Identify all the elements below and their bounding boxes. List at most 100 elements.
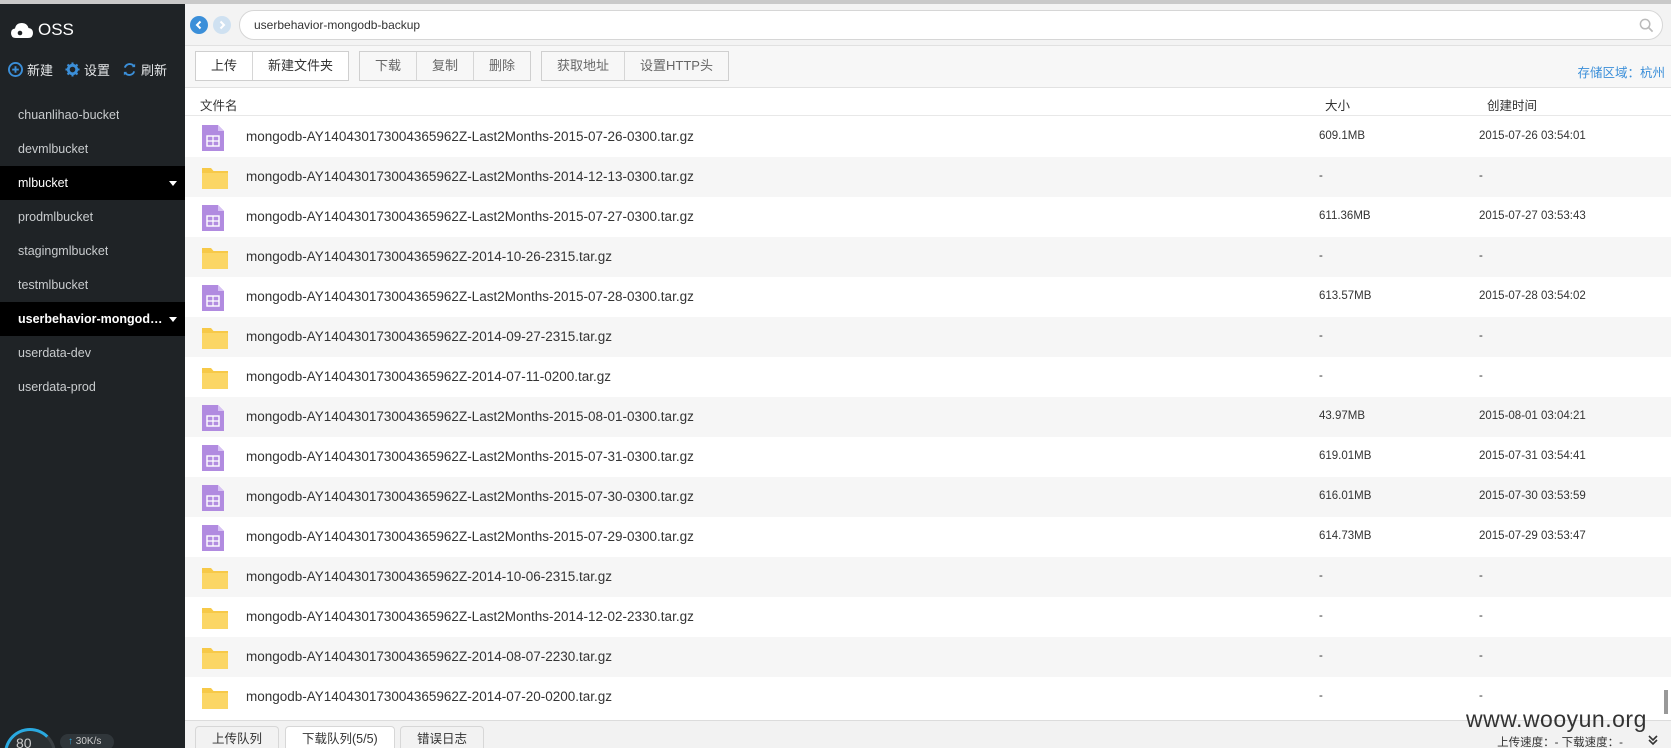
table-row[interactable]: mongodb-AY140430173004365962Z-2014-09-27… bbox=[185, 317, 1671, 357]
folder-icon bbox=[202, 368, 228, 389]
new-folder-button[interactable]: 新建文件夹 bbox=[253, 52, 348, 80]
table-row[interactable]: mongodb-AY140430173004365962Z-Last2Month… bbox=[185, 597, 1671, 637]
file-list: mongodb-AY140430173004365962Z-Last2Month… bbox=[185, 117, 1671, 717]
settings-button[interactable]: 设置 bbox=[65, 60, 110, 79]
file-created: 2015-07-29 03:53:47 bbox=[1479, 530, 1586, 542]
sidebar-item-devmlbucket[interactable]: devmlbucket bbox=[0, 132, 185, 166]
archive-file-icon bbox=[202, 525, 224, 551]
row-icon bbox=[201, 484, 225, 515]
get-url-button[interactable]: 获取地址 bbox=[542, 52, 626, 80]
table-row[interactable]: mongodb-AY140430173004365962Z-Last2Month… bbox=[185, 517, 1671, 557]
folder-icon bbox=[202, 648, 228, 669]
table-row[interactable]: mongodb-AY140430173004365962Z-2014-07-11… bbox=[185, 357, 1671, 397]
new-button[interactable]: 新建 bbox=[8, 60, 53, 79]
table-row[interactable]: mongodb-AY140430173004365962Z-2014-07-20… bbox=[185, 677, 1671, 717]
table-row[interactable]: mongodb-AY140430173004365962Z-Last2Month… bbox=[185, 437, 1671, 477]
storage-region-link[interactable]: 存储区域：杭州 bbox=[1577, 62, 1665, 81]
scrollbar-thumb[interactable] bbox=[1664, 690, 1668, 714]
file-size: - bbox=[1319, 570, 1323, 582]
column-header-size[interactable]: 大小 bbox=[1325, 95, 1350, 114]
sidebar-item-prodmlbucket[interactable]: prodmlbucket bbox=[0, 200, 185, 234]
refresh-button[interactable]: 刷新 bbox=[122, 60, 167, 79]
back-button[interactable] bbox=[190, 16, 208, 34]
bucket-label: devmlbucket bbox=[18, 142, 89, 156]
file-size: 614.73MB bbox=[1319, 530, 1372, 542]
tab-upload-queue[interactable]: 上传队列 bbox=[195, 726, 280, 748]
sidebar-item-userdata-dev[interactable]: userdata-dev bbox=[0, 336, 185, 370]
address-input[interactable]: userbehavior-mongodb-backup bbox=[239, 10, 1663, 40]
sidebar-item-stagingmlbucket[interactable]: stagingmlbucket bbox=[0, 234, 185, 268]
new-button-label: 新建 bbox=[27, 63, 54, 78]
table-row[interactable]: mongodb-AY140430173004365962Z-2014-10-26… bbox=[185, 237, 1671, 277]
table-row[interactable]: mongodb-AY140430173004365962Z-Last2Month… bbox=[185, 277, 1671, 317]
table-row[interactable]: mongodb-AY140430173004365962Z-Last2Month… bbox=[185, 477, 1671, 517]
refresh-icon bbox=[123, 63, 136, 76]
upload-button[interactable]: 上传 bbox=[196, 52, 254, 80]
table-row[interactable]: mongodb-AY140430173004365962Z-Last2Month… bbox=[185, 197, 1671, 237]
file-size: 43.97MB bbox=[1319, 410, 1366, 422]
file-created: - bbox=[1479, 610, 1483, 622]
app-name: OSS bbox=[38, 20, 74, 39]
column-header-name[interactable]: 文件名 bbox=[200, 95, 238, 114]
file-created: 2015-07-31 03:54:41 bbox=[1479, 450, 1586, 462]
sidebar-item-testmlbucket[interactable]: testmlbucket bbox=[0, 268, 185, 302]
gear-icon bbox=[65, 62, 80, 77]
address-path: userbehavior-mongodb-backup bbox=[254, 18, 421, 32]
folder-icon bbox=[202, 688, 228, 709]
download-button[interactable]: 下载 bbox=[360, 52, 418, 80]
transfer-speeds: 上传速度：- 下载速度：- bbox=[1497, 737, 1623, 748]
speed-badge: ↑ 30K/s bbox=[60, 734, 114, 748]
table-row[interactable]: mongodb-AY140430173004365962Z-Last2Month… bbox=[185, 397, 1671, 437]
forward-button[interactable] bbox=[213, 16, 231, 34]
column-header-created[interactable]: 创建时间 bbox=[1487, 95, 1537, 114]
row-icon bbox=[201, 564, 229, 593]
double-chevron-down-icon[interactable] bbox=[1647, 734, 1659, 746]
table-row[interactable]: mongodb-AY140430173004365962Z-Last2Month… bbox=[185, 117, 1671, 157]
copy-button[interactable]: 复制 bbox=[417, 52, 475, 80]
file-size: - bbox=[1319, 170, 1323, 182]
sidebar-item-userdata-prod[interactable]: userdata-prod bbox=[0, 370, 185, 404]
cloud-icon bbox=[11, 23, 33, 38]
file-created: 2015-07-27 03:53:43 bbox=[1479, 210, 1586, 222]
set-http-header-button[interactable]: 设置HTTP头 bbox=[625, 52, 728, 80]
tab-error-log[interactable]: 错误日志 bbox=[400, 726, 485, 748]
file-created: 2015-07-30 03:53:59 bbox=[1479, 490, 1586, 502]
file-size: - bbox=[1319, 250, 1323, 262]
search-icon[interactable] bbox=[1639, 18, 1654, 33]
plus-circle-icon bbox=[8, 62, 23, 77]
row-icon bbox=[201, 284, 225, 315]
url-ops-group: 获取地址 设置HTTP头 bbox=[541, 51, 729, 81]
file-table-header: 文件名 大小 创建时间 bbox=[185, 88, 1671, 116]
table-row[interactable]: mongodb-AY140430173004365962Z-2014-08-07… bbox=[185, 637, 1671, 677]
archive-file-icon bbox=[202, 205, 224, 231]
row-icon bbox=[201, 324, 229, 353]
delete-button[interactable]: 删除 bbox=[474, 52, 530, 80]
table-row[interactable]: mongodb-AY140430173004365962Z-2014-10-06… bbox=[185, 557, 1671, 597]
file-size: - bbox=[1319, 650, 1323, 662]
file-name: mongodb-AY140430173004365962Z-2014-09-27… bbox=[246, 329, 613, 344]
row-icon bbox=[201, 124, 225, 155]
row-icon bbox=[201, 524, 225, 555]
table-row[interactable]: mongodb-AY140430173004365962Z-Last2Month… bbox=[185, 157, 1671, 197]
file-created: - bbox=[1479, 650, 1483, 662]
tab-download-queue[interactable]: 下载队列(5/5) bbox=[285, 726, 395, 748]
settings-button-label: 设置 bbox=[84, 63, 111, 78]
gauge-value: 80 bbox=[16, 735, 32, 748]
row-icon bbox=[201, 364, 229, 393]
file-size: - bbox=[1319, 690, 1323, 702]
file-name: mongodb-AY140430173004365962Z-Last2Month… bbox=[246, 209, 694, 224]
file-created: - bbox=[1479, 250, 1483, 262]
sidebar-item-chuanlihao-bucket[interactable]: chuanlihao-bucket bbox=[0, 98, 185, 132]
file-created: - bbox=[1479, 690, 1483, 702]
row-icon bbox=[201, 204, 225, 235]
file-ops-group: 下载 复制 删除 bbox=[359, 51, 532, 81]
file-size: 616.01MB bbox=[1319, 490, 1372, 502]
sidebar-item-mlbucket[interactable]: mlbucket bbox=[0, 166, 185, 200]
file-size: 609.1MB bbox=[1319, 130, 1366, 142]
file-size: - bbox=[1319, 330, 1323, 342]
file-created: 2015-07-28 03:54:02 bbox=[1479, 290, 1586, 302]
file-name: mongodb-AY140430173004365962Z-Last2Month… bbox=[246, 529, 694, 544]
sidebar-item-userbehavior-mongodb-backup[interactable]: userbehavior-mongodb-backup bbox=[0, 302, 185, 336]
file-name: mongodb-AY140430173004365962Z-2014-10-26… bbox=[246, 249, 613, 264]
row-icon bbox=[201, 444, 225, 475]
